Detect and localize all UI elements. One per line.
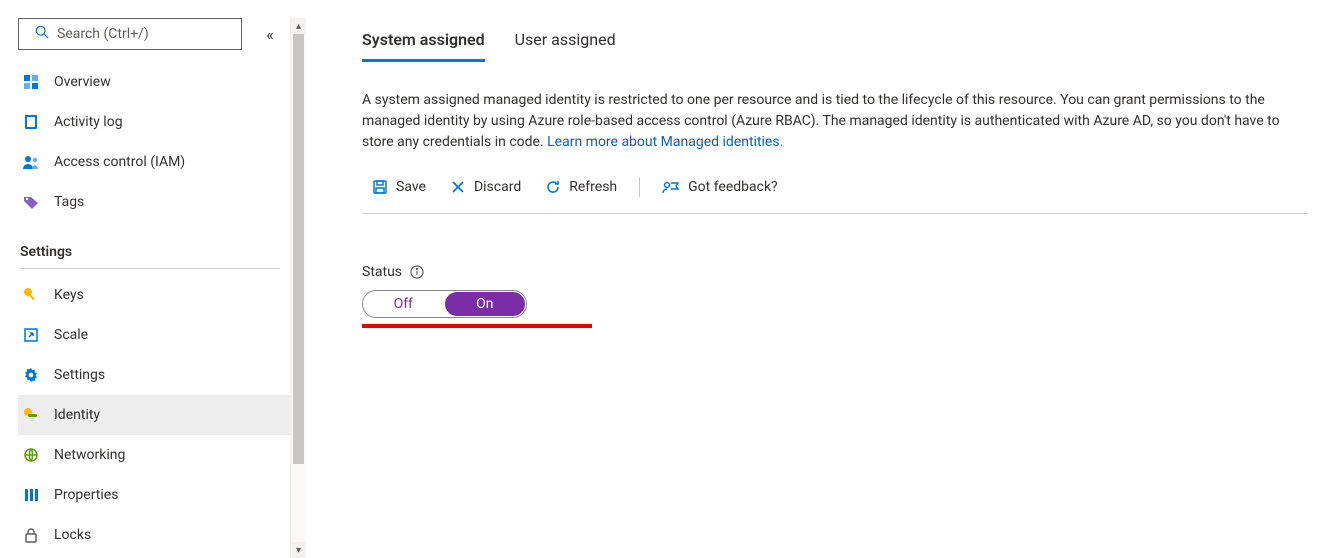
activity-log-icon <box>20 114 42 130</box>
discard-icon <box>450 179 466 195</box>
nav-label: Locks <box>54 527 91 543</box>
keys-icon <box>20 287 42 303</box>
identity-icon <box>20 407 42 423</box>
sidebar-scrollbar[interactable]: ▴ ▾ <box>290 18 306 558</box>
nav-label: Keys <box>54 287 84 303</box>
nav-label: Access control (IAM) <box>54 154 185 170</box>
feedback-button[interactable]: Got feedback? <box>652 171 788 203</box>
nav-scale[interactable]: Scale <box>18 315 290 355</box>
nav-label: Overview <box>54 74 111 90</box>
refresh-icon <box>545 179 561 195</box>
nav-access-control[interactable]: Access control (IAM) <box>18 142 290 182</box>
nav-overview[interactable]: Overview <box>18 62 290 102</box>
nav-tags[interactable]: Tags <box>18 182 290 222</box>
learn-more-link[interactable]: Learn more about Managed identities. <box>547 134 783 150</box>
nav-label: Properties <box>54 487 118 503</box>
locks-icon <box>20 527 42 543</box>
info-icon[interactable] <box>410 265 424 279</box>
save-button[interactable]: Save <box>362 171 436 203</box>
tab-system-assigned[interactable]: System assigned <box>362 30 485 62</box>
settings-section-header: Settings <box>20 244 280 269</box>
sidebar: Search (Ctrl+/) « Overview Activity log <box>0 0 306 558</box>
overview-icon <box>20 74 42 90</box>
nav-label: Tags <box>54 194 84 210</box>
collapse-sidebar-button[interactable]: « <box>256 25 284 44</box>
refresh-label: Refresh <box>569 179 617 195</box>
status-toggle[interactable]: Off On <box>362 290 527 318</box>
search-placeholder: Search (Ctrl+/) <box>57 26 149 42</box>
scroll-down-icon[interactable]: ▾ <box>291 542 306 558</box>
networking-icon <box>20 447 42 463</box>
discard-label: Discard <box>474 179 521 195</box>
command-bar: Save Discard Refresh Got feedback? <box>362 171 1308 214</box>
tab-user-assigned[interactable]: User assigned <box>515 30 616 62</box>
feedback-label: Got feedback? <box>688 179 778 195</box>
tags-icon <box>20 194 42 210</box>
nav-networking[interactable]: Networking <box>18 435 290 475</box>
nav-locks[interactable]: Locks <box>18 515 290 555</box>
scroll-up-icon[interactable]: ▴ <box>291 18 306 34</box>
scale-icon <box>20 327 42 343</box>
tab-bar: System assigned User assigned <box>362 30 1308 62</box>
properties-icon <box>20 487 42 503</box>
command-separator <box>639 177 640 197</box>
nav-properties[interactable]: Properties <box>18 475 290 515</box>
nav-label: Scale <box>54 327 88 343</box>
save-label: Save <box>396 179 426 195</box>
status-label: Status <box>362 264 402 280</box>
feedback-icon <box>662 179 680 195</box>
nav-label: Settings <box>54 367 105 383</box>
nav-label: Activity log <box>54 114 123 130</box>
nav-label: Identity <box>54 407 100 423</box>
nav-settings[interactable]: Settings <box>18 355 290 395</box>
scroll-thumb[interactable] <box>293 34 304 464</box>
search-icon <box>35 25 49 43</box>
description-text: A system assigned managed identity is re… <box>362 90 1302 153</box>
status-toggle-on[interactable]: On <box>445 292 526 316</box>
access-control-icon <box>20 154 42 170</box>
settings-icon <box>20 367 42 383</box>
description-body: A system assigned managed identity is re… <box>362 92 1280 150</box>
refresh-button[interactable]: Refresh <box>535 171 627 203</box>
nav-label: Networking <box>54 447 125 463</box>
search-input[interactable]: Search (Ctrl+/) <box>18 18 242 50</box>
save-icon <box>372 179 388 195</box>
discard-button[interactable]: Discard <box>440 171 531 203</box>
nav-keys[interactable]: Keys <box>18 275 290 315</box>
main-content: System assigned User assigned A system a… <box>306 0 1332 558</box>
status-toggle-off[interactable]: Off <box>363 291 444 317</box>
annotation-underline <box>362 324 592 328</box>
nav-activity-log[interactable]: Activity log <box>18 102 290 142</box>
nav-identity[interactable]: Identity <box>18 395 290 435</box>
